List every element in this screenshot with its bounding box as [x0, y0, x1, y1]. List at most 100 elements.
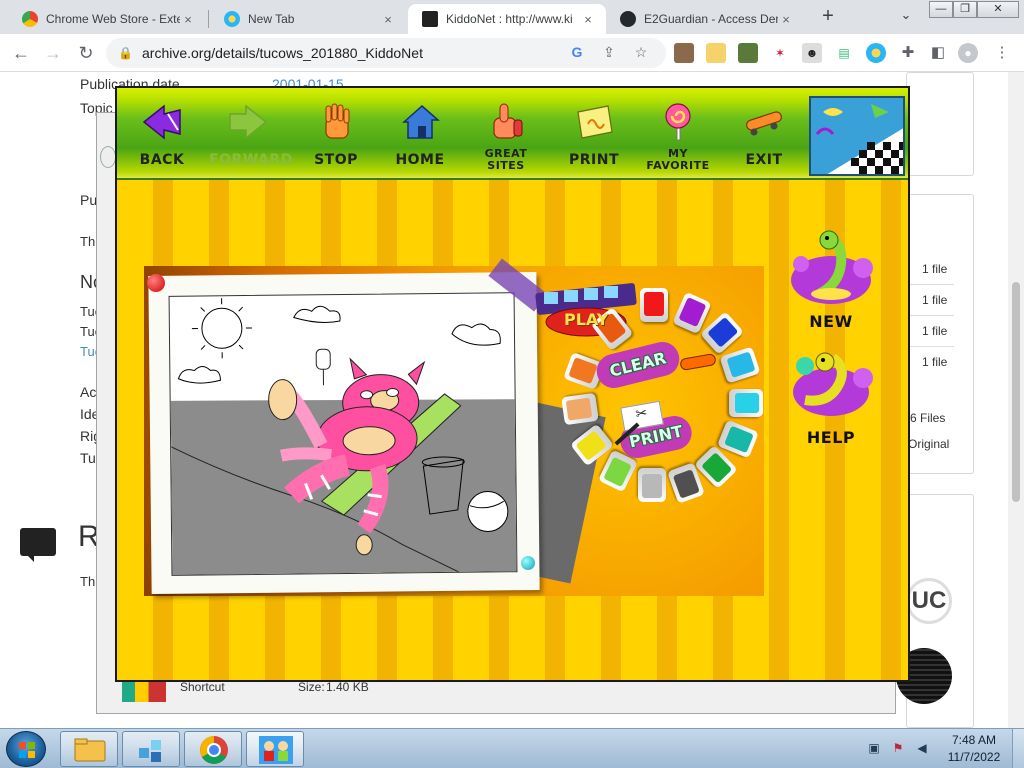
coloring-canvas[interactable]: [168, 292, 518, 576]
nav-back-button[interactable]: BACK: [123, 94, 201, 178]
side-panel-icon[interactable]: ◧: [928, 43, 948, 63]
page-scrollbar[interactable]: [1008, 72, 1024, 728]
extension-note-icon[interactable]: [706, 43, 726, 63]
tab-chrome-web-store[interactable]: Chrome Web Store - Exte ×: [8, 4, 206, 34]
metadata-line: Pu: [80, 192, 98, 208]
new-tab-globe-icon: [224, 11, 240, 27]
tab-close-icon[interactable]: ×: [380, 12, 396, 27]
share-icon[interactable]: ⇪: [600, 44, 618, 62]
paint-pot-light-blue[interactable]: [719, 346, 761, 384]
tray-network-icon[interactable]: ▣: [866, 741, 882, 757]
close-window-button[interactable]: ✕: [977, 1, 1019, 18]
tucows-logo[interactable]: UC: [906, 578, 952, 624]
url-text[interactable]: archive.org/details/tucows_201880_KiddoN…: [142, 45, 423, 61]
tab-new-tab[interactable]: New Tab ×: [210, 4, 406, 34]
minimize-button[interactable]: —: [929, 1, 953, 18]
extension-photo-icon[interactable]: [674, 43, 694, 63]
nav-print-button[interactable]: PRINT: [555, 94, 633, 178]
back-arrow-icon: [142, 104, 181, 140]
file-count[interactable]: 1 file: [922, 262, 947, 276]
extension-face-icon[interactable]: ☻: [802, 43, 822, 63]
restore-button[interactable]: ❐: [953, 1, 977, 18]
tab-title: E2Guardian - Access Den: [644, 12, 778, 26]
address-bar[interactable]: 🔒 archive.org/details/tucows_201880_Kidd…: [106, 38, 666, 68]
taskbar-chrome-button[interactable]: [184, 731, 242, 767]
kiddonet-kids-icon: [259, 736, 293, 764]
browser-menu-icon[interactable]: ⋮: [992, 43, 1012, 63]
tab-close-icon[interactable]: ×: [778, 12, 794, 27]
chrome-icon: [200, 736, 228, 764]
paint-swatch: [568, 357, 598, 385]
google-lens-icon[interactable]: G: [568, 44, 586, 62]
forward-arrow-icon: [229, 104, 268, 140]
reload-button[interactable]: ↻: [73, 40, 99, 66]
paint-pot-red[interactable]: [640, 288, 668, 322]
back-button[interactable]: ←: [8, 40, 34, 66]
nav-forward-button[interactable]: FORWARD: [209, 94, 292, 178]
nav-my-favorite-button[interactable]: MY FAVORITE: [639, 94, 717, 178]
extension-globe-icon[interactable]: [866, 43, 886, 63]
original-label[interactable]: Original: [908, 437, 949, 451]
bookmark-star-icon[interactable]: ☆: [632, 44, 650, 62]
divider: [910, 346, 954, 347]
tab-close-icon[interactable]: ×: [180, 12, 196, 27]
tab-close-icon[interactable]: ×: [580, 12, 596, 27]
tab-title: New Tab: [248, 12, 295, 26]
help-button[interactable]: HELP: [785, 344, 877, 452]
clear-button[interactable]: CLEAR: [593, 338, 683, 392]
profile-avatar-icon[interactable]: ●: [958, 43, 978, 63]
paint-swatch: [672, 469, 700, 499]
paint-pot-blue[interactable]: [699, 311, 745, 355]
nav-label-line2: FAVORITE: [646, 159, 710, 172]
help-snake-icon: [793, 352, 873, 416]
extensions-puzzle-icon[interactable]: ✚: [898, 43, 918, 63]
extension-bug-icon[interactable]: ✶: [770, 43, 790, 63]
extension-tool-icon[interactable]: ▤: [834, 43, 854, 63]
files-total[interactable]: 6 Files: [910, 411, 945, 425]
windows-taskbar: ▣ ⚑ ◀ 7:48 AM 11/7/2022: [0, 728, 1024, 768]
new-tab-button[interactable]: +: [816, 5, 840, 29]
start-button[interactable]: [6, 731, 46, 767]
tab-search-button[interactable]: ⌄: [896, 7, 916, 27]
taskbar-network-button[interactable]: [122, 731, 180, 767]
paint-pot-peach[interactable]: [561, 392, 599, 426]
clock-date[interactable]: 11/7/2022: [940, 750, 1008, 764]
tab-title: KiddoNet : http://www.ki: [446, 12, 573, 26]
paint-pot-cyan[interactable]: [729, 389, 763, 417]
tab-e2guardian[interactable]: E2Guardian - Access Den ×: [606, 4, 804, 34]
divider: [910, 284, 954, 285]
tab-kiddonet[interactable]: KiddoNet : http://www.ki ×: [408, 4, 606, 34]
nav-label: BACK: [139, 152, 185, 168]
kiddonet-nav-bar: BACK FORWARD STOP HOME GREAT SITES PRINT…: [117, 88, 908, 180]
paint-swatch: [644, 292, 664, 316]
coloring-board: CLEAR PRINT ✂ PLAY: [144, 258, 764, 596]
shortcut-size-label: Size:: [298, 680, 325, 694]
nav-stop-button[interactable]: STOP: [297, 94, 375, 178]
forward-button[interactable]: →: [40, 40, 66, 66]
file-count[interactable]: 1 file: [922, 355, 947, 369]
nav-great-sites-button[interactable]: GREAT SITES: [467, 94, 545, 178]
tray-action-center-icon[interactable]: ⚑: [890, 741, 906, 757]
skateboard-icon: [746, 111, 782, 136]
clock-time[interactable]: 7:48 AM: [946, 733, 1002, 747]
scrollbar-thumb[interactable]: [1012, 282, 1020, 502]
shortcut-name[interactable]: Shortcut: [180, 680, 225, 694]
nav-label-line2: SITES: [487, 159, 525, 172]
paint-pot-light-gray[interactable]: [638, 468, 666, 502]
taskbar-explorer-button[interactable]: [60, 731, 118, 767]
lollipop-icon: [665, 103, 691, 141]
file-count[interactable]: 1 file: [922, 324, 947, 338]
file-count[interactable]: 1 file: [922, 293, 947, 307]
taskbar-kiddonet-button[interactable]: [246, 731, 304, 767]
kiddonet-app-window: BACK FORWARD STOP HOME GREAT SITES PRINT…: [115, 86, 910, 682]
nav-exit-button[interactable]: EXIT: [725, 94, 803, 178]
extension-image-icon[interactable]: [738, 43, 758, 63]
paint-swatch: [565, 397, 593, 421]
new-button[interactable]: NEW: [785, 228, 877, 336]
show-desktop-button[interactable]: [1012, 729, 1024, 768]
archive-org-icon: [422, 11, 438, 27]
shortcut-file-row[interactable]: Shortcut Size: 1.40 KB: [116, 678, 896, 712]
tray-volume-icon[interactable]: ◀: [914, 741, 930, 757]
nav-home-button[interactable]: HOME: [381, 94, 459, 178]
paint-pot-teal[interactable]: [716, 419, 760, 459]
